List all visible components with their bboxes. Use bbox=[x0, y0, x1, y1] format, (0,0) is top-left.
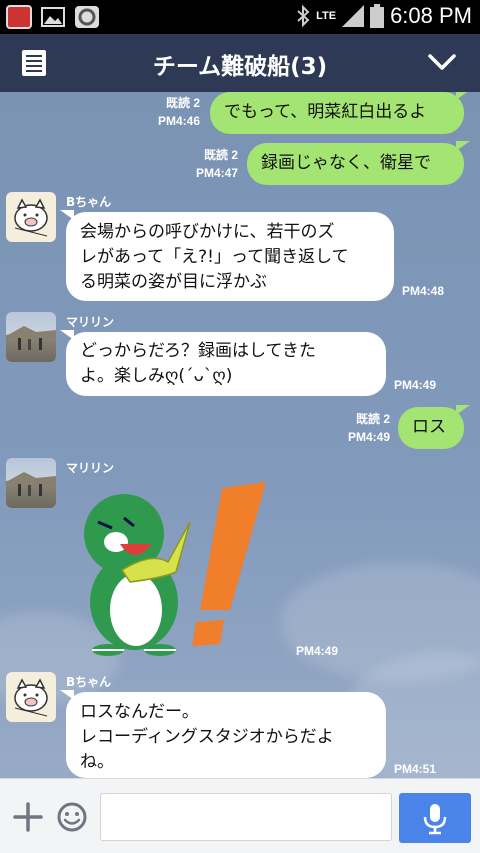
network-type: LTE bbox=[316, 10, 337, 22]
message-input[interactable] bbox=[100, 793, 392, 841]
avatar-b-chan[interactable] bbox=[6, 192, 56, 242]
chat-header: チーム難破船(3) bbox=[0, 34, 480, 92]
photo-avatar-icon bbox=[6, 472, 56, 496]
received-message-bubble[interactable]: どっからだろ？録画はしてきた よ。楽しみღ(´ᴗ`ღ) bbox=[66, 332, 386, 396]
sender-name: マリリン bbox=[66, 315, 115, 329]
message-time: PM4:49 bbox=[296, 644, 339, 658]
photo-avatar-icon bbox=[6, 326, 56, 350]
received-message-bubble[interactable]: ロスなんだー。 レコーディングスタジオからだよ ね。 bbox=[66, 692, 386, 778]
browser-notification-icon bbox=[75, 6, 99, 28]
received-message-bubble[interactable]: 会場からの呼びかけに、若干のズ レがあって「え?!」って聞き返して る明菜の姿が… bbox=[66, 212, 394, 301]
message-meta: 既読 2 PM4:46 bbox=[140, 94, 200, 130]
voice-input-button[interactable] bbox=[399, 793, 471, 843]
message-time: PM4:49 bbox=[347, 430, 390, 444]
status-bar: LTE 6:08 PM bbox=[0, 0, 480, 34]
message-meta: 既読 2 PM4:49 bbox=[330, 410, 390, 446]
avatar-marilyn[interactable] bbox=[6, 458, 56, 508]
message-line: 会場からの呼びかけに、若干のズ bbox=[80, 222, 335, 242]
message-time: PM4:48 bbox=[402, 284, 445, 298]
message-time: PM4:46 bbox=[157, 114, 200, 128]
signal-icon bbox=[342, 5, 365, 27]
mic-icon bbox=[423, 804, 447, 835]
message-text: でもって、明菜紅白出るよ bbox=[224, 102, 427, 122]
read-receipt: 既読 2 bbox=[203, 148, 238, 162]
sent-message-bubble[interactable]: ロス bbox=[398, 407, 464, 449]
message-text: ロス bbox=[412, 417, 446, 437]
sender-name: マリリン bbox=[66, 461, 115, 475]
clock: 6:08 PM bbox=[390, 3, 472, 28]
message-input-bar bbox=[0, 778, 480, 853]
pig-avatar-icon bbox=[14, 198, 48, 237]
pig-avatar-icon bbox=[14, 678, 48, 717]
chat-area[interactable]: 既読 2 PM4:46 でもって、明菜紅白出るよ 既読 2 PM4:47 録画じ… bbox=[0, 92, 480, 778]
chat-title[interactable]: チーム難破船(3) bbox=[0, 47, 480, 81]
chevron-down-icon[interactable] bbox=[426, 48, 458, 76]
message-line: レコーディングスタジオからだよ bbox=[80, 727, 334, 747]
sent-message-bubble[interactable]: でもって、明菜紅白出るよ bbox=[210, 92, 464, 134]
sender-name: Bちゃん bbox=[66, 195, 112, 209]
plus-icon[interactable] bbox=[12, 801, 44, 833]
bluetooth-icon bbox=[297, 5, 310, 27]
sender-name: Bちゃん bbox=[66, 675, 112, 689]
message-meta: 既読 2 PM4:47 bbox=[178, 146, 238, 182]
avatar-marilyn[interactable] bbox=[6, 312, 56, 362]
message-line: よ。楽しみღ(´ᴗ`ღ) bbox=[80, 366, 233, 386]
message-line: る明菜の姿が目に浮かぶ bbox=[80, 272, 267, 292]
read-receipt: 既読 2 bbox=[355, 412, 390, 426]
emoji-icon[interactable] bbox=[56, 801, 88, 833]
message-text: 録画じゃなく、衛星で bbox=[261, 153, 431, 173]
read-receipt: 既読 2 bbox=[165, 96, 200, 110]
message-time: PM4:51 bbox=[394, 762, 437, 776]
sent-message-bubble[interactable]: 録画じゃなく、衛星で bbox=[247, 143, 464, 185]
message-line: どっからだろ？録画はしてきた bbox=[80, 341, 316, 361]
battery-icon bbox=[370, 4, 385, 28]
message-time: PM4:47 bbox=[195, 166, 238, 180]
avatar-b-chan[interactable] bbox=[6, 672, 56, 722]
notification-icons bbox=[6, 5, 100, 29]
message-time: PM4:49 bbox=[394, 378, 437, 392]
message-line: レがあって「え?!」って聞き返して bbox=[80, 247, 349, 267]
image-notification-icon bbox=[41, 7, 65, 27]
otter-sticker-icon[interactable] bbox=[72, 482, 282, 662]
message-line: ロスなんだー。 bbox=[80, 702, 199, 722]
message-line: ね。 bbox=[80, 752, 114, 772]
status-indicators: LTE 6:08 PM bbox=[296, 3, 472, 29]
app-notification-icon bbox=[6, 5, 32, 29]
